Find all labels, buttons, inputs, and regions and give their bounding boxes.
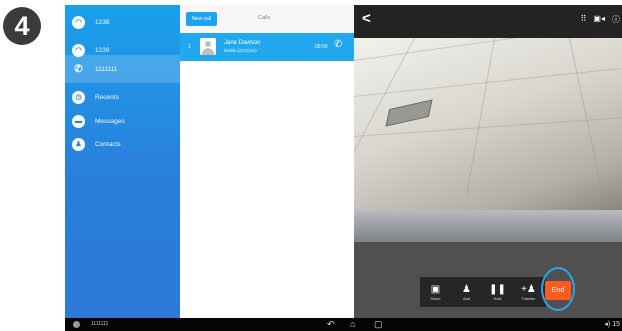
panel-title: Calls	[258, 15, 271, 21]
transfer-button[interactable]: +♟ Transfer	[513, 277, 544, 307]
transfer-icon: +♟	[521, 283, 536, 295]
add-label: Add	[463, 296, 470, 301]
active-call-icon: ✆	[334, 39, 343, 50]
message-icon: ▬	[72, 114, 85, 128]
hangup-icon: ◠	[72, 15, 85, 29]
caller-name: Jane Dawson	[224, 40, 261, 46]
sidebar-item-label: 1238	[95, 18, 110, 26]
home-icon[interactable]: ⌂	[350, 319, 355, 329]
sidebar-item-label: 1111111	[95, 65, 118, 73]
clock-icon: ◷	[72, 90, 85, 104]
info-icon[interactable]: ⓘ	[612, 14, 620, 25]
share-label: Share	[430, 296, 441, 301]
call-controls: ▣ Share ♟ Add ❚❚ Hold +♟ Transfer	[420, 277, 546, 307]
active-call-row[interactable]: 1 Jane Dawson Mobile (2222222) 00:00 ✆	[180, 33, 354, 61]
clock: ◂) 15	[604, 321, 620, 328]
caller-detail: Mobile (2222222)	[224, 48, 257, 53]
recent-apps-icon[interactable]: ▢	[374, 319, 383, 330]
add-button[interactable]: ♟ Add	[451, 277, 482, 307]
hold-label: Hold	[493, 296, 502, 301]
sidebar-item-contacts[interactable]: ♟ Contacts	[65, 130, 180, 158]
sidebar-item-label: Contacts	[95, 140, 121, 148]
sidebar-item-1238[interactable]: ◠ 1238	[65, 8, 180, 36]
sidebar-item-label: Messages	[95, 117, 125, 125]
add-person-icon: ♟	[462, 283, 471, 295]
call-duration: 00:00	[315, 44, 328, 50]
keypad-icon[interactable]: ⠿	[581, 14, 587, 25]
transfer-label: Transfer	[521, 296, 536, 301]
ceiling-vent	[385, 99, 433, 127]
share-button[interactable]: ▣ Share	[420, 277, 451, 307]
back-icon[interactable]: ↶	[327, 319, 335, 330]
pause-icon: ❚❚	[489, 283, 506, 295]
system-number: 1111111	[91, 321, 109, 327]
clock-time: 15	[612, 321, 620, 328]
status-avatar-icon	[73, 321, 80, 328]
avatar	[200, 38, 216, 55]
camera-icon[interactable]: ▣◂	[593, 14, 605, 25]
end-call-button[interactable]: End	[545, 281, 571, 300]
phone-icon: ✆	[74, 63, 83, 75]
video-top-icons: ⠿ ▣◂ ⓘ	[581, 14, 620, 25]
call-index: 1	[188, 44, 191, 50]
share-icon: ▣	[430, 283, 441, 295]
calls-header: New call Calls	[180, 5, 354, 34]
person-icon: ♟	[72, 137, 85, 151]
sidebar-item-1111111[interactable]: ✆ 1111111	[65, 55, 180, 83]
step-number-badge: 4	[3, 7, 41, 45]
remote-video-feed	[354, 38, 622, 242]
back-arrow-icon[interactable]: <	[362, 10, 371, 27]
sidebar: ◠ 1238 ◠ 1239 ✆ 1111111 ◷ Recents ▬ Mess…	[65, 5, 180, 318]
new-call-button[interactable]: New call	[186, 12, 217, 26]
video-top-bar: < ⠿ ▣◂ ⓘ	[354, 5, 622, 38]
system-navigation-bar: 1111111 ↶ ⌂ ▢ ◂) 15	[65, 318, 622, 331]
calls-panel: New call Calls 1 Jane Dawson Mobile (222…	[180, 5, 354, 318]
hold-button[interactable]: ❚❚ Hold	[482, 277, 513, 307]
background-windows	[354, 210, 622, 242]
video-call-view: < ⠿ ▣◂ ⓘ ▣ Share ♟ Add ❚❚ Hold +♟ Transf…	[354, 5, 622, 318]
sidebar-item-label: Recents	[95, 93, 119, 101]
sidebar-item-label: 1239	[95, 46, 110, 54]
